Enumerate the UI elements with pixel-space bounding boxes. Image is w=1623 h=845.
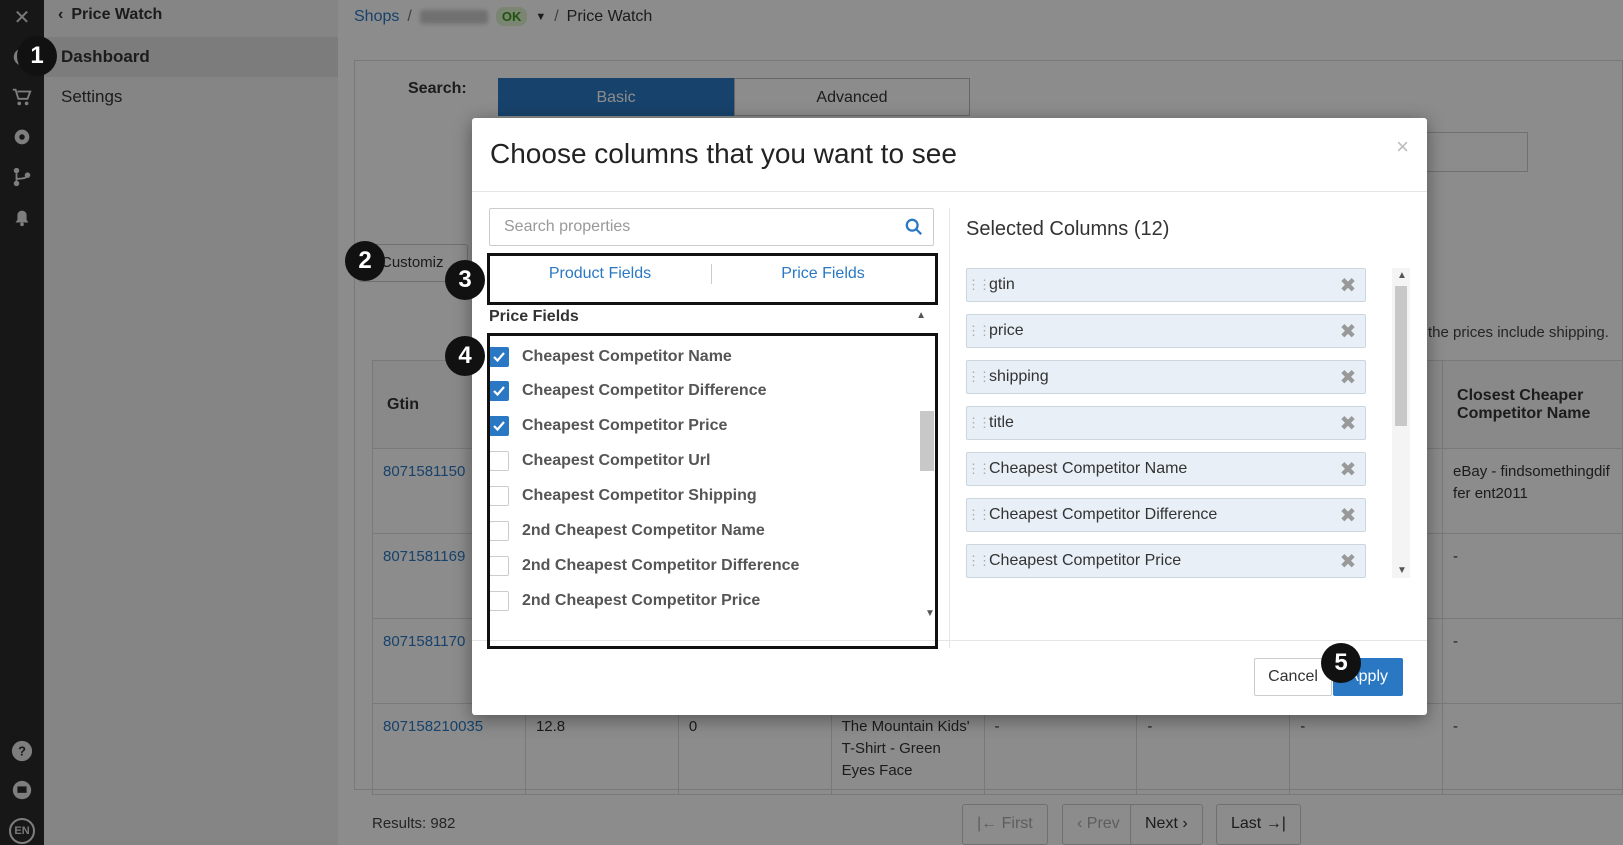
- highlight-box-field-list: [487, 333, 938, 649]
- selected-column-label: Cheapest Competitor Price: [989, 552, 1182, 569]
- remove-icon[interactable]: ✖: [1331, 319, 1365, 344]
- selected-column-item[interactable]: ⋮⋮ price ✖: [966, 314, 1366, 348]
- drag-handle-icon[interactable]: ⋮⋮: [967, 369, 991, 385]
- remove-icon[interactable]: ✖: [1331, 365, 1365, 390]
- selected-column-item[interactable]: ⋮⋮ Cheapest Competitor Difference ✖: [966, 498, 1366, 532]
- scrollbar-thumb[interactable]: [1395, 286, 1407, 426]
- selected-column-label: gtin: [989, 276, 1015, 293]
- highlight-box-tabs: [487, 253, 938, 305]
- selected-column-item[interactable]: ⋮⋮ Cheapest Competitor Price ✖: [966, 544, 1366, 578]
- drag-handle-icon[interactable]: ⋮⋮: [967, 461, 991, 477]
- drag-handle-icon[interactable]: ⋮⋮: [967, 553, 991, 569]
- search-properties-field[interactable]: [489, 208, 934, 246]
- drag-handle-icon[interactable]: ⋮⋮: [967, 507, 991, 523]
- step-badge-2: 2: [345, 241, 385, 281]
- step-badge-5: 5: [1321, 643, 1361, 683]
- selected-column-item[interactable]: ⋮⋮ shipping ✖: [966, 360, 1366, 394]
- modal-title: Choose columns that you want to see: [490, 138, 957, 169]
- step-badge-1: 1: [17, 36, 57, 76]
- selected-column-label: title: [989, 414, 1014, 431]
- selected-column-label: shipping: [989, 368, 1049, 385]
- column-divider: [949, 208, 950, 648]
- step-badge-4: 4: [445, 336, 485, 376]
- selected-column-item[interactable]: ⋮⋮ title ✖: [966, 406, 1366, 440]
- drag-handle-icon[interactable]: ⋮⋮: [967, 415, 991, 431]
- drag-handle-icon[interactable]: ⋮⋮: [967, 323, 991, 339]
- selected-column-label: price: [989, 322, 1024, 339]
- selected-columns-title: Selected Columns (12): [966, 218, 1170, 240]
- close-icon[interactable]: ×: [1396, 134, 1409, 160]
- remove-icon[interactable]: ✖: [1331, 549, 1365, 574]
- selected-column-label: Cheapest Competitor Difference: [989, 506, 1218, 523]
- remove-icon[interactable]: ✖: [1331, 411, 1365, 436]
- section-title-label: Price Fields: [489, 308, 579, 325]
- remove-icon[interactable]: ✖: [1331, 503, 1365, 528]
- scroll-up-icon[interactable]: ▲: [916, 310, 926, 321]
- selected-column-item[interactable]: ⋮⋮ gtin ✖: [966, 268, 1366, 302]
- divider: [472, 191, 1427, 192]
- remove-icon[interactable]: ✖: [1331, 457, 1365, 482]
- scroll-up-icon[interactable]: ▲: [1397, 270, 1407, 281]
- selected-list-scrollbar[interactable]: ▲ ▼: [1392, 268, 1410, 578]
- remove-icon[interactable]: ✖: [1331, 273, 1365, 298]
- selected-columns-list: ⋮⋮ gtin ✖ ⋮⋮ price ✖ ⋮⋮ shipping ✖ ⋮⋮ ti…: [966, 268, 1376, 578]
- search-properties-input[interactable]: [490, 209, 885, 245]
- section-title: Price Fields ▲: [489, 308, 934, 334]
- step-badge-3: 3: [445, 260, 485, 300]
- drag-handle-icon[interactable]: ⋮⋮: [967, 277, 991, 293]
- selected-column-label: Cheapest Competitor Name: [989, 460, 1188, 477]
- search-icon[interactable]: [905, 218, 923, 236]
- scroll-down-icon[interactable]: ▼: [1397, 565, 1407, 576]
- selected-column-item[interactable]: ⋮⋮ Cheapest Competitor Name ✖: [966, 452, 1366, 486]
